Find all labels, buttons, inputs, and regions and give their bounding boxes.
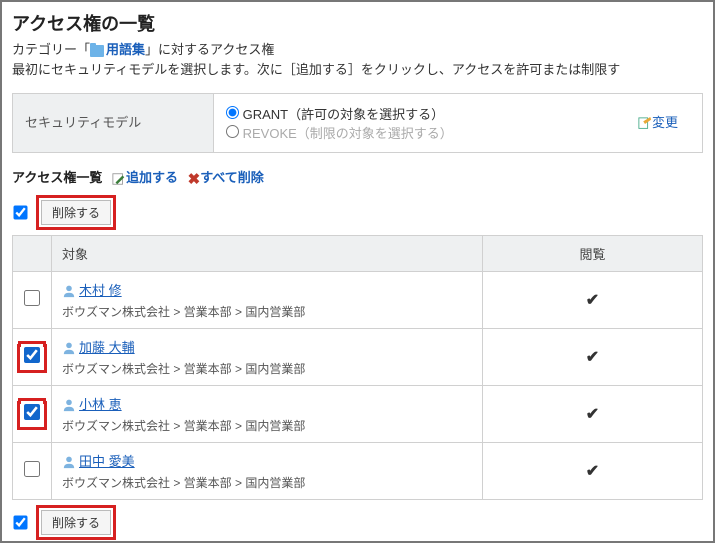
- view-check-icon: ✔: [586, 292, 599, 309]
- person-icon: [62, 455, 76, 469]
- delete-button-top[interactable]: 削除する: [41, 200, 111, 225]
- delete-all-link[interactable]: ✖すべて削除: [188, 170, 264, 185]
- person-icon: [62, 398, 76, 412]
- select-all-top[interactable]: [13, 205, 27, 219]
- col-target: 対象: [52, 235, 483, 271]
- grant-radio[interactable]: [226, 106, 239, 119]
- user-link[interactable]: 加藤 大輔: [79, 340, 135, 355]
- row-checkbox[interactable]: [24, 404, 40, 420]
- user-link[interactable]: 木村 修: [79, 283, 122, 298]
- view-check-icon: ✔: [586, 349, 599, 366]
- delete-icon: ✖: [188, 170, 201, 188]
- col-checkbox: [13, 235, 52, 271]
- user-path: ボウズマン株式会社 > 営業本部 > 国内営業部: [62, 303, 472, 320]
- col-view: 閲覧: [483, 235, 703, 271]
- list-heading: アクセス権一覧: [12, 170, 102, 185]
- person-icon: [62, 284, 76, 298]
- permission-table: 対象 閲覧 木村 修ボウズマン株式会社 > 営業本部 > 国内営業部✔加藤 大輔…: [12, 235, 703, 500]
- security-model-panel: セキュリティモデル GRANT（許可の対象を選択する） REVOKE（制限の対象…: [12, 93, 703, 153]
- view-check-icon: ✔: [586, 406, 599, 423]
- user-path: ボウズマン株式会社 > 営業本部 > 国内営業部: [62, 474, 472, 491]
- view-check-icon: ✔: [586, 463, 599, 480]
- user-path: ボウズマン株式会社 > 営業本部 > 国内営業部: [62, 417, 472, 434]
- revoke-option[interactable]: REVOKE（制限の対象を選択する）: [226, 123, 620, 142]
- folder-icon: [90, 45, 104, 57]
- select-all-bottom[interactable]: [13, 515, 27, 529]
- revoke-radio[interactable]: [226, 125, 239, 138]
- add-icon: [112, 172, 126, 186]
- table-row: 小林 恵ボウズマン株式会社 > 営業本部 > 国内営業部 ✔: [13, 385, 703, 442]
- page-subtitle: カテゴリー「用語集」に対するアクセス権 最初にセキュリティモデルを選択します。次…: [12, 40, 703, 79]
- toolbar-top: 削除する: [2, 194, 713, 231]
- row-checkbox[interactable]: [24, 461, 40, 477]
- add-link[interactable]: 追加する: [112, 170, 182, 185]
- security-model-label: セキュリティモデル: [13, 94, 213, 152]
- table-row: 木村 修ボウズマン株式会社 > 営業本部 > 国内営業部 ✔: [13, 271, 703, 328]
- grant-option[interactable]: GRANT（許可の対象を選択する）: [226, 104, 620, 123]
- table-row: 加藤 大輔ボウズマン株式会社 > 営業本部 > 国内営業部 ✔: [13, 328, 703, 385]
- user-link[interactable]: 小林 恵: [79, 397, 122, 412]
- page-title: アクセス権の一覧: [12, 10, 703, 36]
- edit-icon: [638, 117, 652, 131]
- category-name: 用語集: [106, 42, 145, 57]
- user-path: ボウズマン株式会社 > 営業本部 > 国内営業部: [62, 360, 472, 377]
- row-checkbox[interactable]: [24, 347, 40, 363]
- delete-button-bottom[interactable]: 削除する: [41, 510, 111, 535]
- table-row: 田中 愛美ボウズマン株式会社 > 営業本部 > 国内営業部 ✔: [13, 442, 703, 499]
- user-link[interactable]: 田中 愛美: [79, 454, 135, 469]
- change-link[interactable]: 変更: [638, 115, 678, 130]
- person-icon: [62, 341, 76, 355]
- row-checkbox[interactable]: [24, 290, 40, 306]
- toolbar-bottom: 削除する: [2, 504, 713, 541]
